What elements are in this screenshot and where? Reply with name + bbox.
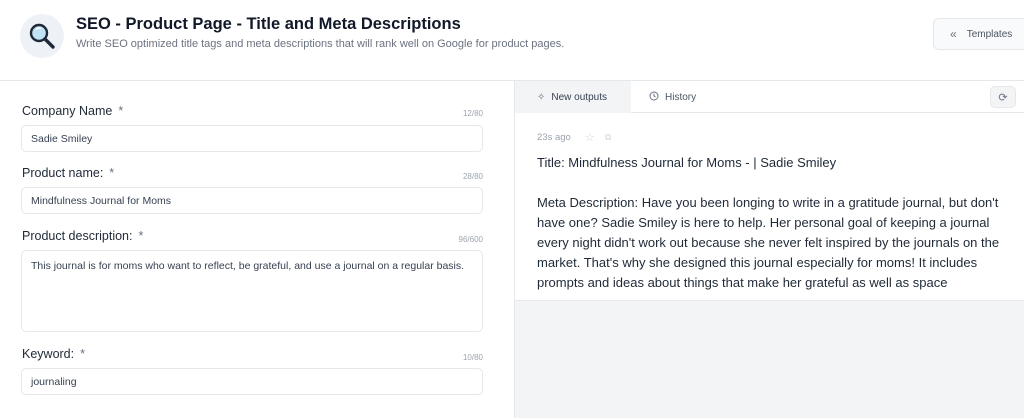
product-name-input[interactable]: Mindfulness Journal for Moms	[21, 187, 483, 214]
keyword-label: Keyword: *	[22, 347, 85, 361]
required-marker: *	[138, 229, 144, 243]
company-name-label-text: Company Name	[22, 104, 113, 118]
templates-button[interactable]: « Templates	[933, 18, 1024, 50]
star-icon[interactable]: ☆	[585, 131, 595, 144]
product-description-counter: 96/600	[458, 235, 483, 244]
product-name-label-text: Product name:	[22, 166, 104, 180]
required-marker: *	[118, 104, 124, 118]
tab-new-outputs-label: New outputs	[551, 91, 607, 103]
keyword-label-text: Keyword:	[22, 347, 75, 361]
sparkle-icon: ✧	[537, 91, 546, 103]
output-tabs: ✧ New outputs History ⟳	[515, 81, 1024, 113]
product-name-counter: 28/80	[462, 172, 483, 181]
output-panel: ✧ New outputs History ⟳ 23s ago ☆ ⧉ Titl…	[514, 81, 1024, 418]
clock-icon	[649, 91, 659, 104]
copy-icon[interactable]: ⧉	[605, 132, 611, 143]
output-meta: 23s ago ☆ ⧉	[537, 131, 611, 144]
product-description-label: Product description: *	[22, 229, 143, 243]
company-name-counter: 12/80	[462, 109, 483, 118]
output-title: Title: Mindfulness Journal for Moms - | …	[537, 155, 837, 170]
page-title: SEO - Product Page - Title and Meta Desc…	[76, 15, 461, 33]
page-header: SEO - Product Page - Title and Meta Desc…	[0, 0, 1024, 81]
page-subtitle: Write SEO optimized title tags and meta …	[76, 38, 565, 50]
tab-history-label: History	[665, 91, 697, 103]
refresh-icon: ⟳	[998, 91, 1008, 104]
required-marker: *	[80, 347, 85, 361]
output-timestamp: 23s ago	[537, 132, 571, 143]
keyword-counter: 10/80	[462, 353, 483, 362]
keyword-input[interactable]: journaling	[21, 368, 483, 395]
tab-history[interactable]: History	[649, 81, 696, 113]
required-marker: *	[109, 166, 115, 180]
tab-new-outputs[interactable]: ✧ New outputs	[515, 81, 631, 113]
output-card: 23s ago ☆ ⧉ Title: Mindfulness Journal f…	[515, 113, 1024, 301]
company-name-input[interactable]: Sadie Smiley	[21, 125, 483, 152]
product-description-textarea[interactable]: This journal is for moms who want to ref…	[21, 250, 483, 332]
product-description-label-text: Product description:	[22, 229, 133, 243]
product-name-label: Product name: *	[22, 166, 114, 180]
output-description: Meta Description: Have you been longing …	[537, 195, 1000, 290]
refresh-button[interactable]: ⟳	[990, 86, 1016, 108]
double-chevron-left-icon: «	[950, 27, 957, 41]
templates-label: Templates	[966, 28, 1013, 40]
input-form: Company Name * 12/80 Sadie Smiley Product…	[0, 81, 514, 418]
magnifier-icon	[20, 14, 64, 58]
company-name-label: Company Name *	[22, 104, 123, 118]
